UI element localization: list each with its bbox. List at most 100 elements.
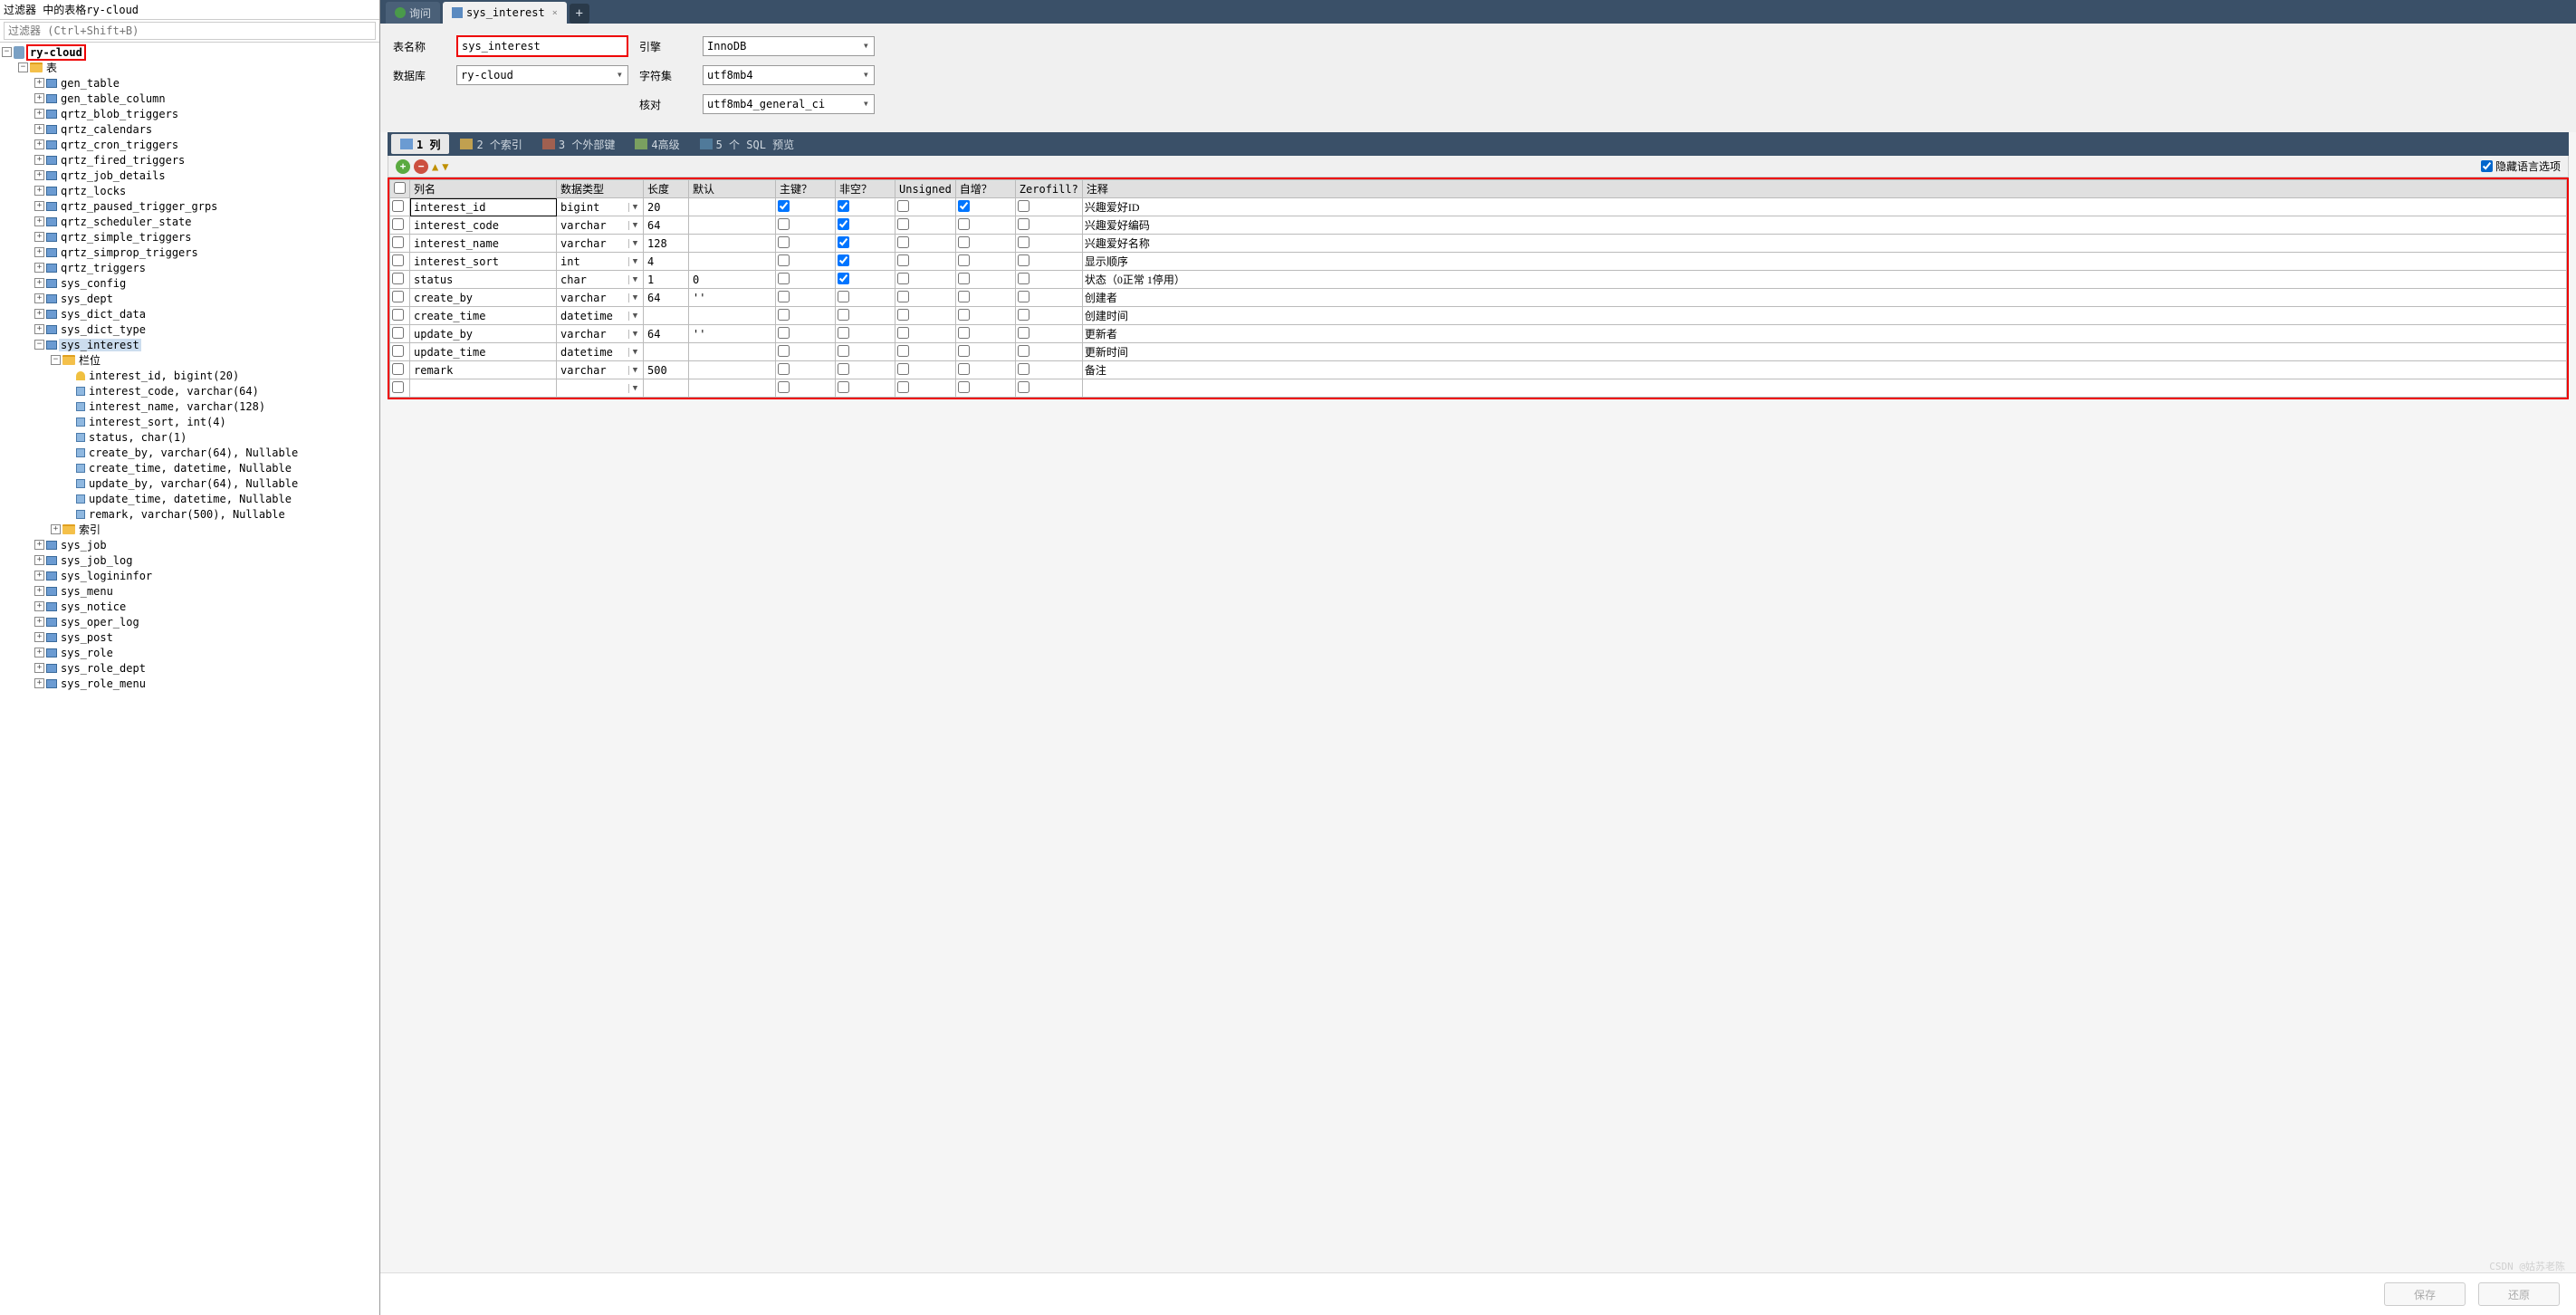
row-checkbox[interactable] [392, 218, 404, 230]
tab-query[interactable]: 询问 [386, 2, 440, 24]
expand-icon[interactable]: + [51, 524, 61, 534]
column-name-input[interactable] [412, 237, 554, 250]
column-length-input[interactable]: 4 [646, 255, 686, 268]
column-name-input[interactable] [412, 274, 554, 286]
column-length-input[interactable]: 64 [646, 292, 686, 304]
expand-icon[interactable]: + [34, 124, 44, 134]
notnull-checkbox[interactable] [838, 363, 849, 375]
column-node[interactable]: update_by, varchar(64), Nullable [87, 477, 300, 490]
row-checkbox[interactable] [392, 345, 404, 357]
dropdown-icon[interactable]: ▼ [628, 348, 641, 357]
column-name-input[interactable] [412, 219, 554, 232]
table-node[interactable]: qrtz_paused_trigger_grps [59, 200, 219, 213]
db-node[interactable]: ry-cloud [26, 44, 86, 61]
column-node[interactable]: interest_id, bigint(20) [87, 370, 241, 382]
row-checkbox[interactable] [392, 273, 404, 284]
column-type-select[interactable]: varchar [559, 364, 628, 377]
table-node[interactable]: qrtz_locks [59, 185, 128, 197]
table-node[interactable]: sys_post [59, 631, 115, 644]
notnull-checkbox[interactable] [838, 200, 849, 212]
column-node[interactable]: create_by, varchar(64), Nullable [87, 446, 300, 459]
expand-icon[interactable]: + [34, 232, 44, 242]
pk-checkbox[interactable] [778, 363, 790, 375]
unsigned-checkbox[interactable] [897, 200, 909, 212]
column-comment-input[interactable]: 兴趣爱好编码 [1082, 216, 2566, 235]
column-default-input[interactable]: '' [691, 328, 773, 341]
row-checkbox[interactable] [392, 327, 404, 339]
table-node[interactable]: qrtz_cron_triggers [59, 139, 180, 151]
subtab-indexes[interactable]: 2 个索引 [451, 134, 531, 154]
collapse-icon[interactable]: − [34, 340, 44, 350]
expand-icon[interactable]: + [34, 601, 44, 611]
notnull-checkbox[interactable] [838, 273, 849, 284]
expand-icon[interactable]: + [34, 324, 44, 334]
column-node[interactable]: interest_code, varchar(64) [87, 385, 261, 398]
zerofill-checkbox[interactable] [1018, 254, 1029, 266]
collation-select[interactable] [703, 94, 875, 114]
hide-lang-checkbox[interactable] [2481, 160, 2493, 172]
pk-checkbox[interactable] [778, 273, 790, 284]
add-tab-button[interactable]: + [570, 4, 589, 24]
move-up-button[interactable]: ▲ [432, 160, 438, 173]
expand-icon[interactable]: + [34, 278, 44, 288]
autoinc-checkbox[interactable] [958, 327, 970, 339]
zerofill-checkbox[interactable] [1018, 291, 1029, 302]
dropdown-icon[interactable]: ▼ [628, 239, 641, 248]
column-name-input[interactable] [412, 364, 554, 377]
dropdown-icon[interactable]: ▼ [628, 384, 641, 393]
column-row[interactable]: varchar▼ 500 备注 [390, 361, 2567, 379]
table-node[interactable]: sys_role [59, 647, 115, 659]
zerofill-checkbox[interactable] [1018, 200, 1029, 212]
header-unsigned[interactable]: Unsigned [895, 180, 956, 198]
row-checkbox[interactable] [392, 291, 404, 302]
pk-checkbox[interactable] [778, 254, 790, 266]
expand-icon[interactable]: + [34, 170, 44, 180]
table-node[interactable]: qrtz_blob_triggers [59, 108, 180, 120]
unsigned-checkbox[interactable] [897, 345, 909, 357]
expand-icon[interactable]: + [34, 93, 44, 103]
dropdown-icon[interactable]: ▼ [628, 275, 641, 284]
row-checkbox[interactable] [392, 200, 404, 212]
column-node[interactable]: remark, varchar(500), Nullable [87, 508, 287, 521]
column-type-select[interactable]: varchar [559, 292, 628, 304]
column-length-input[interactable]: 500 [646, 364, 686, 377]
column-default-input[interactable]: '' [691, 292, 773, 304]
subtab-sql-preview[interactable]: 5 个 SQL 预览 [691, 134, 804, 154]
autoinc-checkbox[interactable] [958, 381, 970, 393]
dropdown-icon[interactable]: ▼ [628, 293, 641, 302]
row-checkbox[interactable] [392, 236, 404, 248]
notnull-checkbox[interactable] [838, 218, 849, 230]
column-name-input[interactable] [412, 201, 554, 214]
notnull-checkbox[interactable] [838, 309, 849, 321]
column-row[interactable]: bigint▼ 20 兴趣爱好ID [390, 198, 2567, 216]
column-type-select[interactable]: int [559, 255, 628, 268]
row-checkbox[interactable] [392, 363, 404, 375]
collapse-icon[interactable]: − [18, 62, 28, 72]
row-checkbox[interactable] [392, 381, 404, 393]
header-autoinc[interactable]: 自增？ [955, 180, 1015, 198]
notnull-checkbox[interactable] [838, 327, 849, 339]
autoinc-checkbox[interactable] [958, 309, 970, 321]
column-type-select[interactable]: datetime [559, 310, 628, 322]
column-comment-input[interactable]: 创建者 [1082, 289, 2566, 307]
expand-icon[interactable]: + [34, 617, 44, 627]
unsigned-checkbox[interactable] [897, 273, 909, 284]
autoinc-checkbox[interactable] [958, 254, 970, 266]
column-row[interactable]: datetime▼ 更新时间 [390, 343, 2567, 361]
expand-icon[interactable]: + [34, 678, 44, 688]
unsigned-checkbox[interactable] [897, 218, 909, 230]
autoinc-checkbox[interactable] [958, 363, 970, 375]
database-select[interactable] [456, 65, 628, 85]
table-node[interactable]: qrtz_triggers [59, 262, 148, 274]
column-name-input[interactable] [412, 310, 554, 322]
zerofill-checkbox[interactable] [1018, 345, 1029, 357]
table-node[interactable]: sys_logininfor [59, 570, 154, 582]
table-node[interactable]: qrtz_simple_triggers [59, 231, 194, 244]
table-node[interactable]: sys_job [59, 539, 109, 552]
zerofill-checkbox[interactable] [1018, 273, 1029, 284]
table-node[interactable]: sys_dept [59, 293, 115, 305]
expand-icon[interactable]: + [34, 663, 44, 673]
column-name-input[interactable] [412, 346, 554, 359]
dropdown-icon[interactable]: ▼ [628, 312, 641, 321]
column-name-input[interactable] [412, 328, 554, 341]
